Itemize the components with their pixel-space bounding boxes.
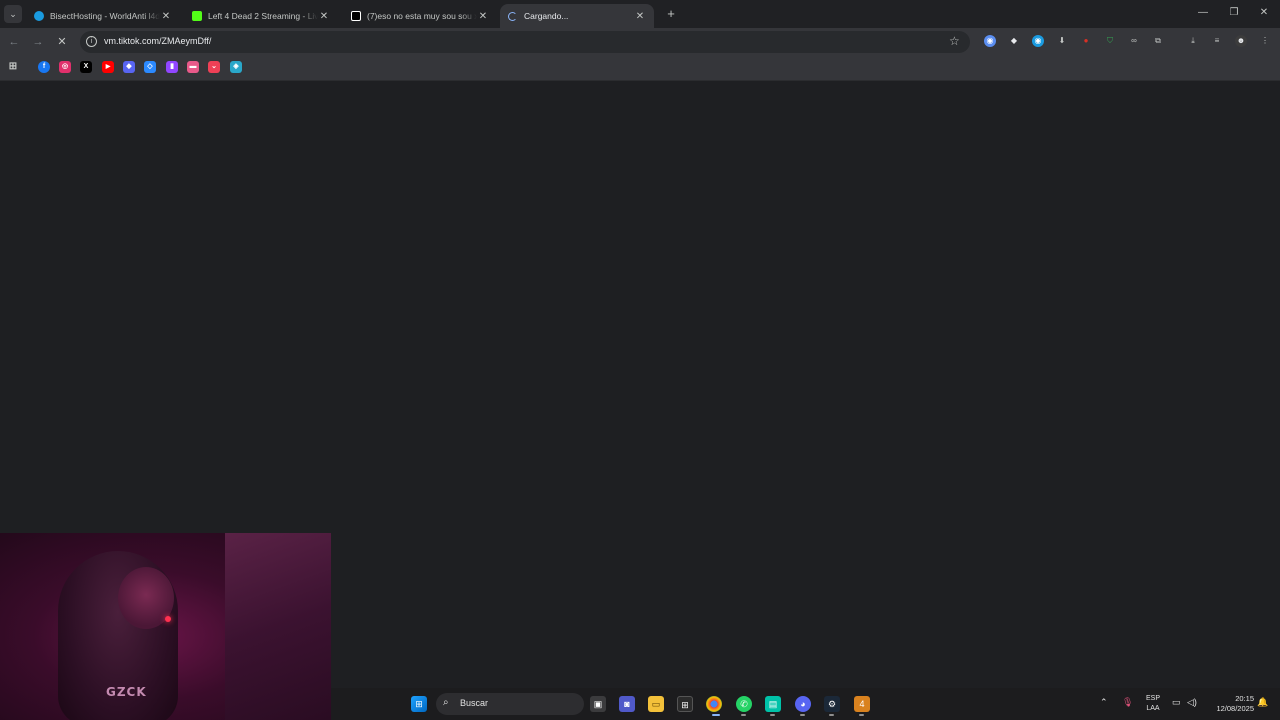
taskbar-search[interactable]	[436, 693, 584, 715]
tab-loading[interactable]: Cargando... ✕	[500, 4, 654, 28]
task-view-icon[interactable]: ▣	[590, 696, 606, 712]
ext6-icon[interactable]: ⛉	[1104, 35, 1116, 47]
kick-favicon-icon	[192, 11, 202, 21]
ext7-icon[interactable]: ∞	[1128, 35, 1140, 47]
plus-icon: +	[667, 6, 675, 21]
bisecthosting-favicon-icon	[34, 11, 44, 21]
ext5-icon[interactable]: ●	[1080, 35, 1092, 47]
twitch-icon[interactable]: ▮	[166, 61, 178, 73]
language-line1: ESP	[1145, 695, 1160, 702]
close-window-button[interactable]: ✕	[1254, 5, 1274, 21]
file-explorer-icon[interactable]: ▭	[648, 696, 664, 712]
network-icon[interactable]: ▭	[1172, 697, 1181, 708]
site-info-icon[interactable]: i	[86, 36, 97, 47]
webcam-background	[225, 533, 331, 720]
windows-start-icon[interactable]: ⊞	[411, 696, 427, 712]
teams-icon[interactable]: ◙	[619, 696, 635, 712]
restore-button[interactable]: ❐	[1224, 5, 1244, 21]
profile-avatar[interactable]: ☻	[1235, 35, 1247, 47]
instagram-icon[interactable]: ◎	[59, 61, 71, 73]
tab-title: (7)eso no esta muy sou sou xd	[367, 11, 477, 21]
tray-chevron-up-icon[interactable]: ⌃	[1100, 697, 1108, 708]
app-green-icon[interactable]: ▤	[765, 696, 781, 712]
whatsapp-indicator	[741, 714, 746, 716]
store-icon[interactable]: ⊞	[677, 696, 693, 712]
left4dead-icon[interactable]: 4	[854, 696, 870, 712]
steam-icon[interactable]: ⚙	[824, 696, 840, 712]
new-tab-button[interactable]: +	[663, 6, 679, 22]
taskbar-search-label: Buscar	[460, 698, 489, 708]
volume-icon[interactable]: ◁)	[1187, 697, 1197, 708]
language-indicator[interactable]: ESP LAA	[1143, 694, 1163, 714]
chrome-icon[interactable]	[706, 696, 722, 712]
notification-bell-icon[interactable]: 🔔	[1257, 697, 1268, 708]
clock-date: 12/08/2025	[1216, 704, 1254, 713]
app-indicator	[770, 714, 775, 716]
ext2-icon[interactable]: ◆	[1008, 35, 1020, 47]
close-icon[interactable]: ✕	[318, 11, 330, 22]
apps-grid-icon[interactable]: ⊞	[7, 61, 19, 73]
arrow-right-icon: →	[32, 36, 44, 48]
close-icon: ✕	[1259, 7, 1269, 18]
ext3-icon[interactable]: ◉	[1032, 35, 1044, 47]
clock-time: 20:15	[1235, 694, 1254, 703]
microphone-icon[interactable]: 🎙	[1122, 697, 1133, 708]
media-control-icon[interactable]: ≡	[1211, 35, 1223, 47]
minimize-button[interactable]: —	[1193, 5, 1213, 21]
webcam-shirt-logo: GZCK	[106, 685, 147, 699]
app4-icon[interactable]: ◈	[230, 61, 242, 73]
system-clock[interactable]: 20:15 12/08/2025	[1206, 694, 1254, 714]
pocket-icon[interactable]: ⌄	[208, 61, 220, 73]
close-icon: ✕	[57, 36, 67, 48]
close-icon[interactable]: ✕	[634, 11, 646, 22]
back-button[interactable]: ←	[6, 34, 22, 50]
minimize-icon: —	[1198, 7, 1208, 18]
whatsapp-icon[interactable]: ✆	[736, 696, 752, 712]
steam-indicator	[829, 714, 834, 716]
youtube-icon[interactable]: ▶	[102, 61, 114, 73]
bookmark-star-icon[interactable]: ☆	[949, 34, 960, 48]
arrow-left-icon: ←	[8, 36, 20, 48]
language-line2: LAA	[1146, 705, 1160, 712]
close-icon[interactable]: ✕	[477, 11, 489, 22]
loading-spinner-icon	[508, 11, 517, 21]
search-icon: ⌕	[443, 697, 449, 708]
address-bar[interactable]	[80, 31, 970, 53]
chevron-down-icon: ⌄	[9, 8, 17, 19]
tab-title: BisectHosting - WorldAnti l4d2	[50, 11, 160, 21]
tab-search-button[interactable]: ⌄	[4, 5, 22, 23]
forward-button[interactable]: →	[30, 34, 46, 50]
app-icon[interactable]: ◆	[123, 61, 135, 73]
webcam-overlay: GZCK	[0, 533, 331, 720]
download-icon[interactable]: ⤓	[1187, 35, 1199, 47]
address-url[interactable]: vm.tiktok.com/ZMAeymDff/	[104, 36, 211, 46]
discord-indicator	[800, 714, 805, 716]
stop-button[interactable]: ✕	[54, 34, 70, 50]
menu-kebab-icon[interactable]: ⋮	[1259, 35, 1271, 47]
close-icon[interactable]: ✕	[160, 11, 172, 22]
ext1-icon[interactable]: ◉	[984, 35, 996, 47]
tab-title: Left 4 Dead 2 Streaming - Live	[208, 11, 318, 21]
x-icon[interactable]: X	[80, 61, 92, 73]
extensions-puzzle-icon[interactable]: ⧉	[1152, 35, 1164, 47]
tab-bisecthosting[interactable]: BisectHosting - WorldAnti l4d2 ✕	[26, 4, 180, 28]
discord-icon[interactable]: ◕	[795, 696, 811, 712]
tab-title: Cargando...	[524, 11, 569, 21]
facebook-icon[interactable]: f	[38, 61, 50, 73]
tab-tiktok[interactable]: (7)eso no esta muy sou sou xd ✕	[343, 4, 497, 28]
app2-icon[interactable]: ◇	[144, 61, 156, 73]
l4d2-indicator	[859, 714, 864, 716]
webcam-light	[165, 616, 171, 622]
chrome-active-indicator	[712, 714, 720, 716]
restore-icon: ❐	[1229, 7, 1239, 18]
tiktok-favicon-icon	[351, 11, 361, 21]
tab-kick-stream[interactable]: Left 4 Dead 2 Streaming - Live ✕	[184, 4, 338, 28]
ext4-icon[interactable]: ⬇	[1056, 35, 1068, 47]
app3-icon[interactable]: ▬	[187, 61, 199, 73]
